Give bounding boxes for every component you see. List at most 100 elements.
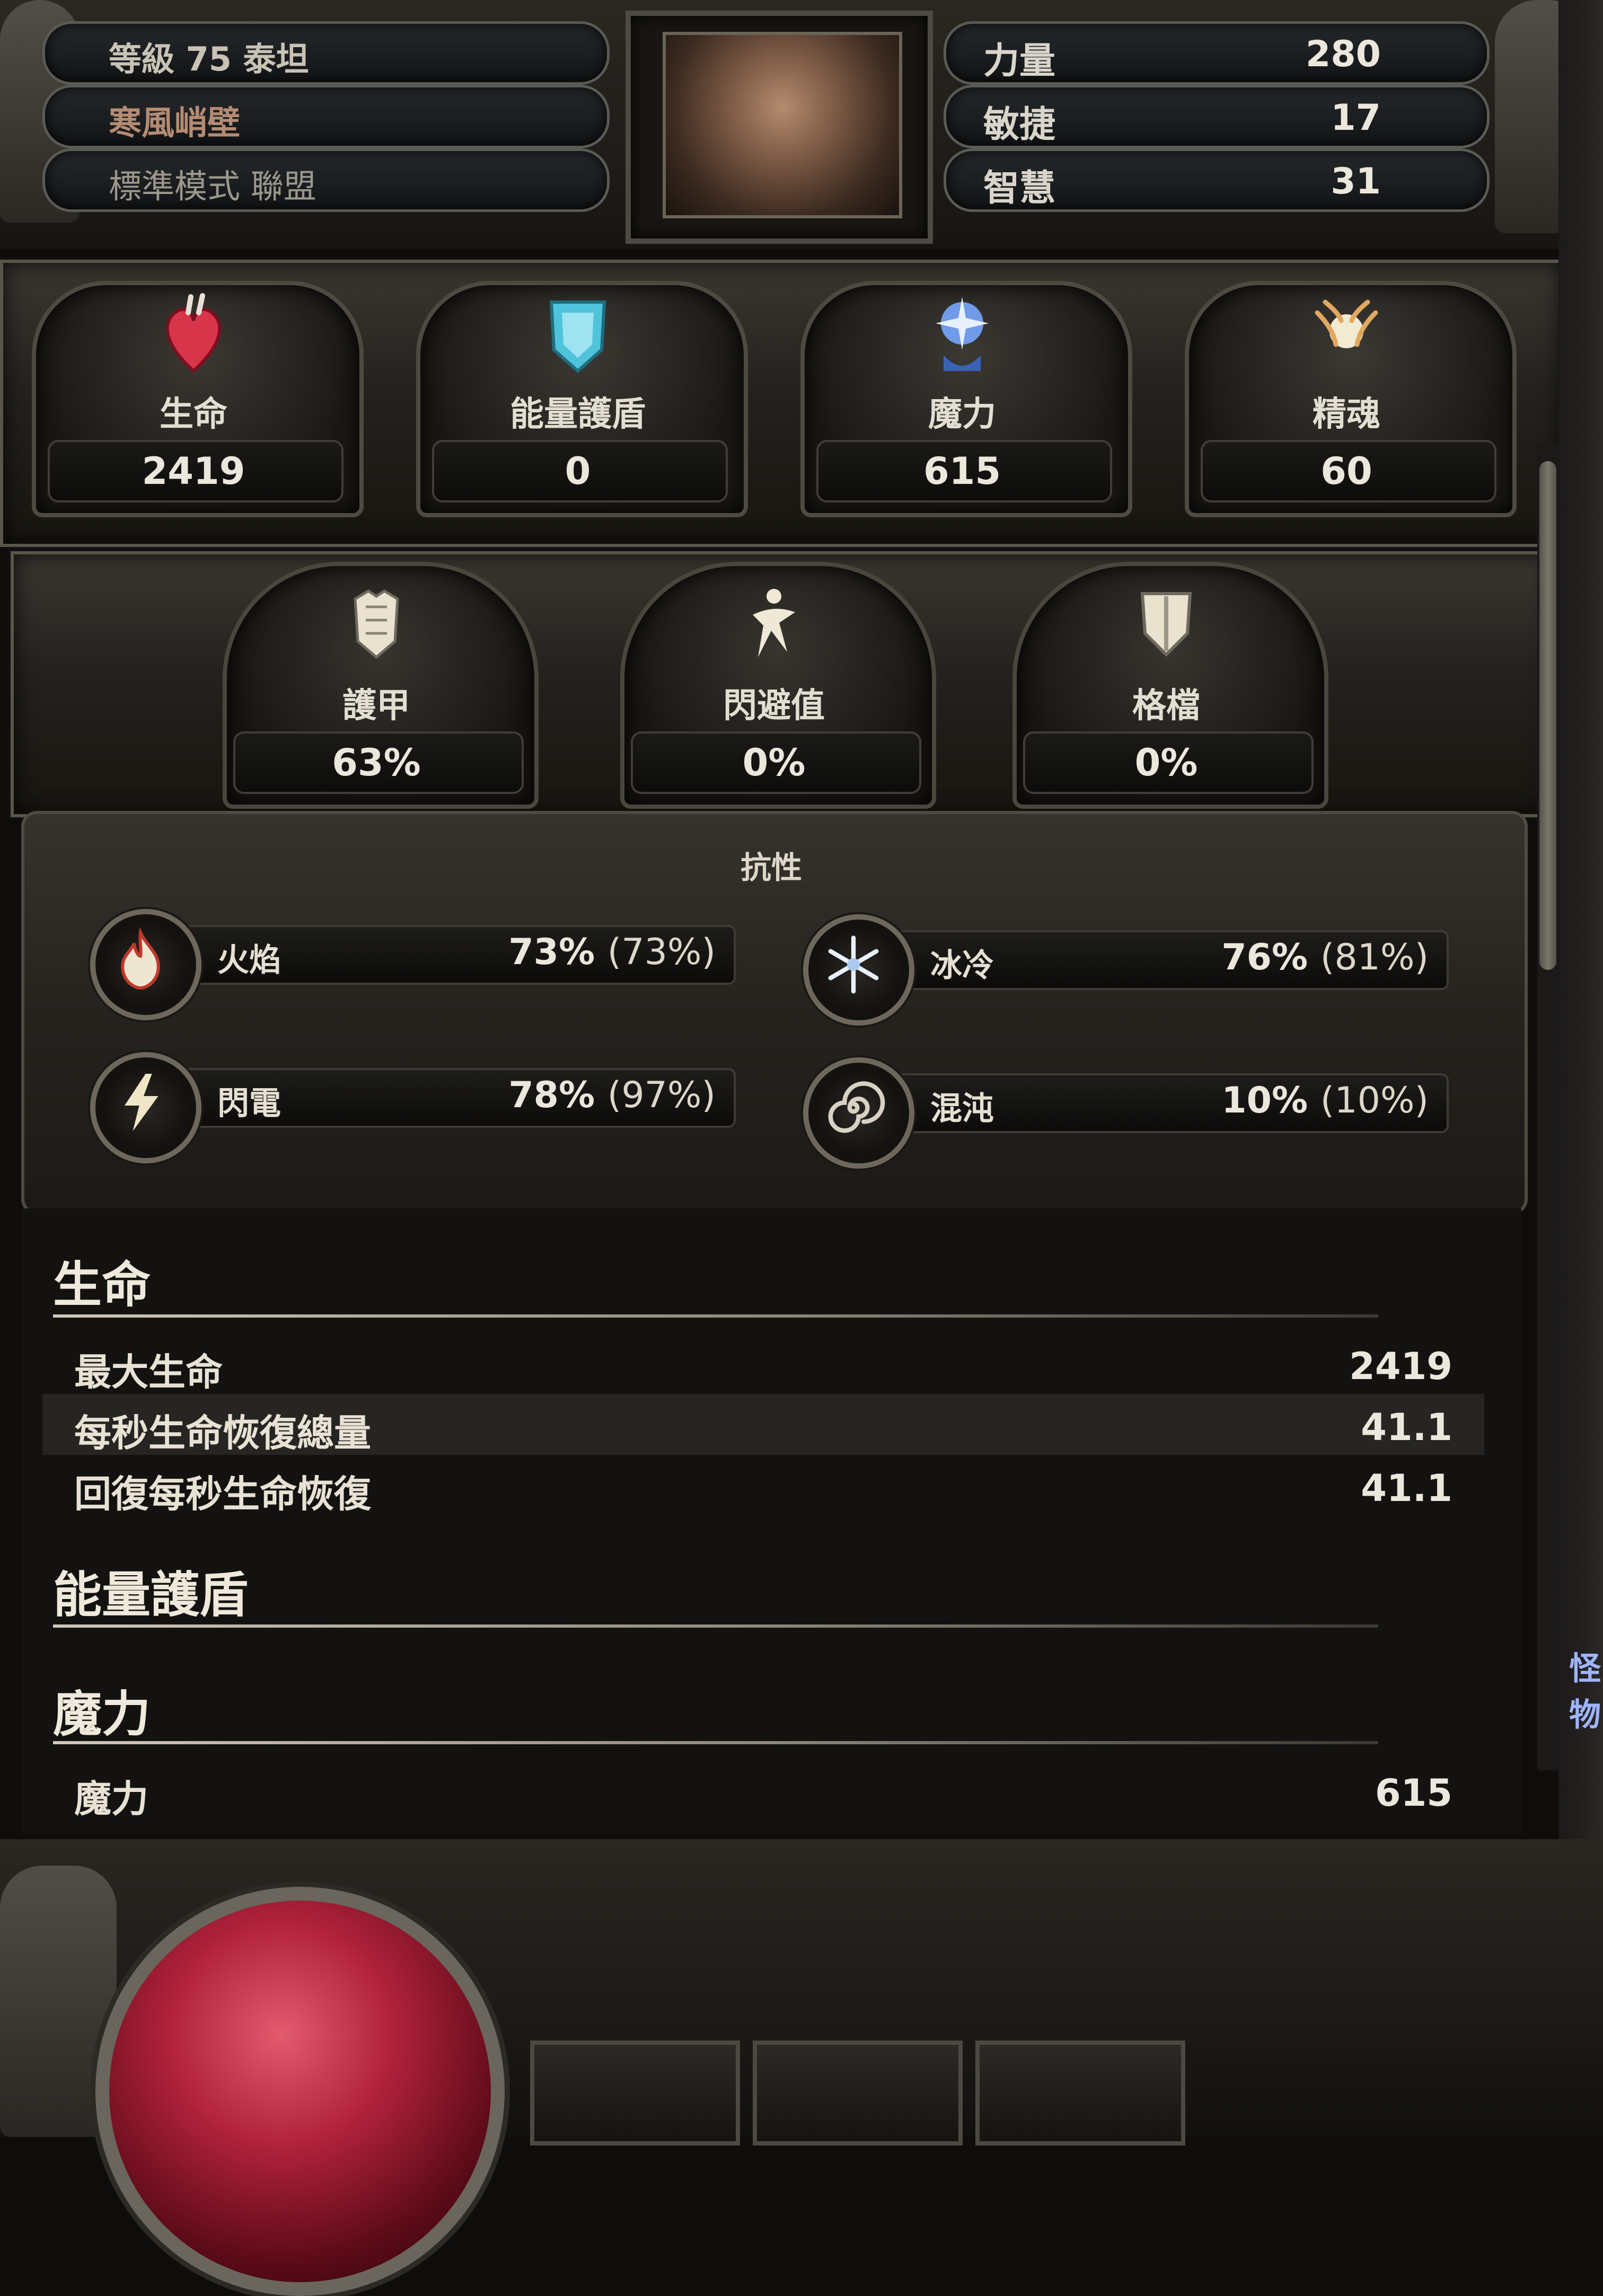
attribute-label: 敏捷 [983, 104, 1056, 146]
stat-value: 60 [1320, 449, 1372, 493]
attribute-label: 智慧 [983, 167, 1056, 209]
stat-value: 615 [923, 449, 1001, 493]
heart-icon [165, 293, 222, 374]
background-edge [1558, 0, 1603, 2137]
detail-row: 最大生命 2419 [42, 1333, 1484, 1394]
hud-slot[interactable] [975, 2041, 1185, 2145]
stat-label: 格檔 [1132, 686, 1200, 726]
resist-cap: (81%) [1320, 937, 1429, 978]
stat-label: 魔力 [928, 395, 996, 434]
stat-value: 2419 [142, 449, 245, 493]
attribute-row: 力量 280 [944, 21, 1490, 85]
scrollbar-thumb[interactable] [1539, 461, 1556, 970]
resist-cap: (73%) [607, 931, 716, 973]
section-title-life: 生命 [53, 1257, 151, 1313]
stat-value: 0% [1134, 741, 1198, 784]
stat-life: 生命 2419 [11, 270, 376, 530]
resist-name: 閃電 [217, 1085, 281, 1122]
mode-text: 標準模式 聯盟 [109, 167, 316, 206]
hud-slot[interactable] [753, 2041, 963, 2145]
resist-name: 冰冷 [930, 947, 994, 984]
area-plate: 寒風峭壁 [42, 85, 610, 148]
mana-burst-icon [936, 297, 989, 371]
resist-cap: (10%) [1320, 1080, 1429, 1121]
character-portrait [626, 11, 933, 244]
section-title-mana: 魔力 [53, 1686, 151, 1743]
spirit-orb-icon [1315, 299, 1378, 348]
life-orb[interactable] [95, 1887, 505, 2296]
resist-current: 76% [1221, 937, 1308, 978]
attribute-label: 力量 [983, 40, 1056, 82]
attribute-value: 280 [1306, 33, 1381, 75]
stat-label: 護甲 [342, 686, 410, 726]
stat-mana: 魔力 615 [779, 270, 1145, 530]
detail-label: 每秒生命恢復總量 [74, 1411, 371, 1455]
hud-slot[interactable] [530, 2041, 740, 2145]
stat-spirit: 精魂 60 [1164, 270, 1529, 530]
level-class-plate: 等級 75 泰坦 [42, 21, 610, 85]
shield-crest-icon [549, 301, 606, 374]
detail-row: 回復每秒生命恢復 41.1 [42, 1455, 1484, 1516]
section-divider [53, 1314, 1378, 1318]
mode-plate: 標準模式 聯盟 [42, 148, 610, 212]
character-header: 等級 75 泰坦 寒風峭壁 標準模式 聯盟 力量 280 敏捷 17 智慧 31 [0, 0, 1603, 249]
resist-medal [803, 914, 914, 1026]
resist-lightning: 閃電 78% (97%) [90, 1052, 737, 1163]
resistances-title: 抗性 [740, 850, 802, 886]
resist-cold: 冰冷 76% (81%) [803, 914, 1450, 1026]
resist-value: 10% (10%) [1221, 1080, 1429, 1121]
detail-row: 魔力 615 [42, 1760, 1484, 1821]
block-shield-icon [1140, 592, 1192, 657]
resist-value: 78% (97%) [508, 1074, 716, 1116]
resist-name: 火焰 [217, 942, 281, 979]
stat-armour: 護甲 63% [212, 551, 541, 811]
resist-value: 76% (81%) [1221, 937, 1429, 978]
offscreen-label: 怪物 [1569, 1650, 1601, 1734]
detail-value: 41.1 [1361, 1406, 1452, 1449]
resist-current: 10% [1221, 1080, 1308, 1121]
level-class-text: 等級 75 泰坦 [109, 40, 309, 78]
resist-medal [803, 1057, 914, 1169]
stat-label: 精魂 [1313, 395, 1380, 434]
section-divider [53, 1624, 1378, 1628]
resist-value: 73% (73%) [508, 931, 716, 973]
chaos-spiral-icon [828, 1081, 885, 1133]
attribute-value: 31 [1331, 161, 1381, 202]
detail-row: 每秒生命恢復總量 41.1 [42, 1394, 1484, 1455]
resist-current: 78% [508, 1074, 595, 1116]
resist-chaos: 混沌 10% (10%) [803, 1057, 1450, 1169]
stat-label: 生命 [160, 395, 227, 434]
snowflake-icon [828, 935, 879, 994]
fire-icon [121, 928, 160, 990]
stat-label: 閃避值 [723, 686, 825, 726]
stat-energy-shield: 能量護盾 0 [395, 270, 761, 530]
detail-value: 615 [1375, 1771, 1452, 1815]
section-title-energy-shield: 能量護盾 [53, 1567, 249, 1623]
stat-value: 0 [565, 449, 591, 493]
stat-block: 格檔 0% [1002, 551, 1331, 811]
attribute-row: 敏捷 17 [944, 85, 1490, 148]
detail-label: 回復每秒生命恢復 [74, 1472, 371, 1516]
armor-icon [354, 589, 399, 659]
stat-label: 能量護盾 [510, 395, 646, 434]
detail-value: 41.1 [1361, 1467, 1452, 1510]
resist-name: 混沌 [930, 1090, 994, 1127]
resist-current: 73% [508, 931, 595, 973]
attribute-row: 智慧 31 [944, 148, 1490, 212]
portrait-image [663, 32, 902, 218]
detail-value: 2419 [1349, 1345, 1452, 1388]
attribute-value: 17 [1331, 97, 1381, 139]
area-text: 寒風峭壁 [109, 103, 241, 142]
detail-label: 魔力 [74, 1777, 148, 1821]
resist-medal [90, 909, 201, 1020]
resist-medal [90, 1052, 201, 1163]
stat-detail-list[interactable]: 生命 最大生命 2419 每秒生命恢復總量 41.1 回復每秒生命恢復 41.1… [21, 1208, 1521, 1834]
resist-cap: (97%) [607, 1074, 716, 1116]
stat-value: 0% [742, 741, 806, 784]
lightning-icon [125, 1074, 158, 1131]
stat-evasion: 閃避值 0% [610, 551, 938, 811]
stat-value: 63% [332, 741, 421, 784]
detail-label: 最大生命 [74, 1350, 223, 1394]
section-divider [53, 1741, 1378, 1744]
resist-fire: 火焰 73% (73%) [90, 909, 737, 1020]
